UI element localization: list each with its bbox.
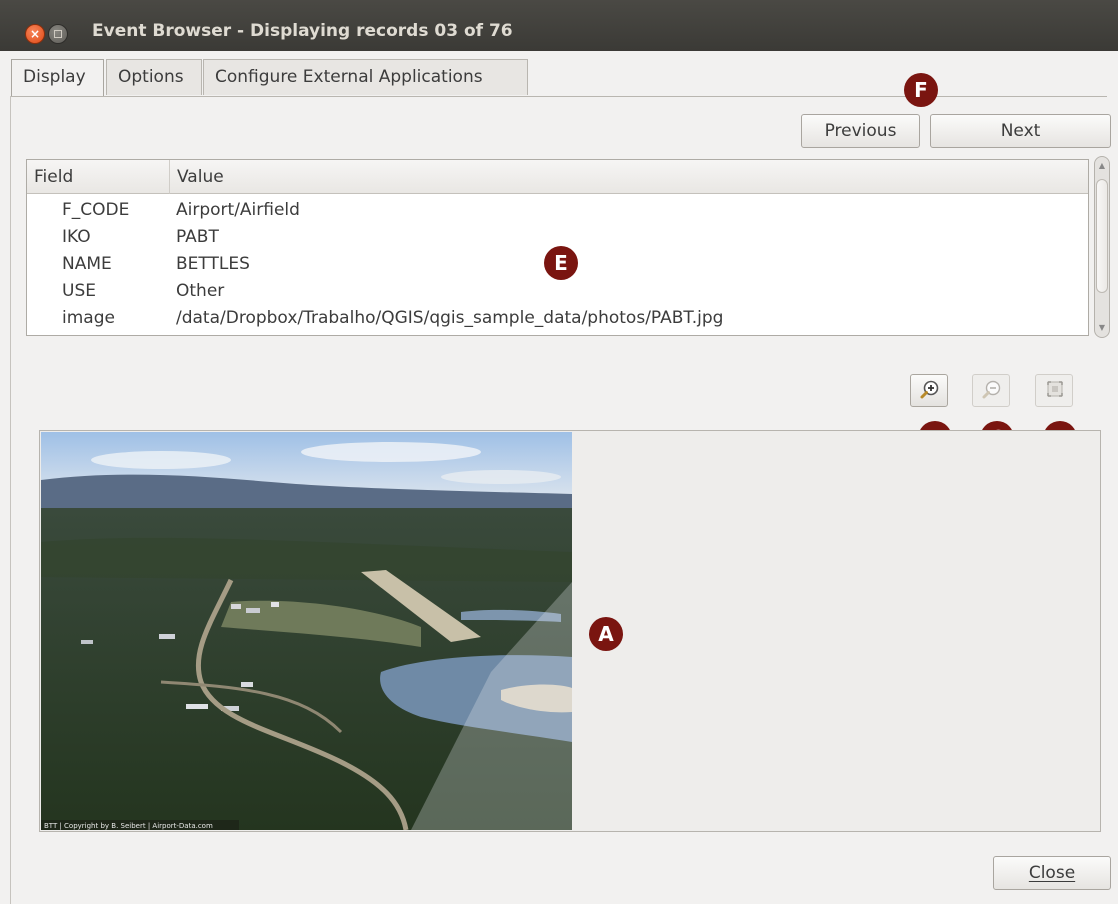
next-button[interactable]: Next xyxy=(930,114,1111,148)
scrollbar-thumb[interactable] xyxy=(1096,179,1108,293)
zoom-out-button[interactable] xyxy=(972,374,1010,407)
table-scrollbar[interactable]: ▲ ▼ xyxy=(1094,156,1110,338)
close-button-label: Close xyxy=(1028,863,1076,883)
value-cell: BETTLES xyxy=(176,254,250,274)
close-button[interactable]: Close xyxy=(993,856,1111,890)
value-cell: PABT xyxy=(176,227,219,247)
column-header-field[interactable]: Field xyxy=(27,160,170,194)
annotation-marker-a: A xyxy=(589,617,623,651)
zoom-in-icon xyxy=(920,380,939,399)
event-photo[interactable]: BTT | Copyright by B. Seibert | Airport-… xyxy=(41,432,572,830)
value-cell: /data/Dropbox/Trabalho/QGIS/qgis_sample_… xyxy=(176,308,724,328)
photo-caption: BTT | Copyright by B. Seibert | Airport-… xyxy=(44,822,213,830)
scroll-down-arrow-icon[interactable]: ▼ xyxy=(1098,324,1106,332)
field-cell: USE xyxy=(62,281,96,301)
value-cell: Airport/Airfield xyxy=(176,200,300,220)
zoom-full-extent-button[interactable] xyxy=(1035,374,1073,407)
tab-display[interactable]: Display xyxy=(11,59,104,97)
tab-divider xyxy=(11,96,1107,97)
table-row[interactable]: USE Other xyxy=(27,278,1088,305)
previous-button[interactable]: Previous xyxy=(801,114,920,148)
tab-configure-external-applications[interactable]: Configure External Applications xyxy=(203,59,528,95)
field-cell: NAME xyxy=(62,254,112,274)
zoom-out-icon xyxy=(982,380,1001,399)
title-bar: × Event Browser - Displaying records 03 … xyxy=(0,0,1118,51)
attribute-table: Field Value F_CODE Airport/Airfield IKO … xyxy=(26,159,1089,336)
field-cell: F_CODE xyxy=(62,200,130,220)
field-cell: IKO xyxy=(62,227,91,247)
annotation-marker-e: E xyxy=(544,246,578,280)
zoom-to-full-extent-icon xyxy=(1047,381,1063,397)
table-row[interactable]: image /data/Dropbox/Trabalho/QGIS/qgis_s… xyxy=(27,305,1088,332)
tab-options[interactable]: Options xyxy=(106,59,202,95)
field-cell: image xyxy=(62,308,115,328)
scroll-up-arrow-icon[interactable]: ▲ xyxy=(1098,162,1106,170)
window-close-button[interactable]: × xyxy=(25,24,45,44)
window-minimize-button[interactable] xyxy=(48,24,68,44)
panel-border xyxy=(10,96,11,904)
value-cell: Other xyxy=(176,281,225,301)
window-title: Event Browser - Displaying records 03 of… xyxy=(92,21,513,41)
zoom-in-button[interactable] xyxy=(910,374,948,407)
annotation-marker-f: F xyxy=(904,73,938,107)
column-header-value[interactable]: Value xyxy=(170,160,1088,194)
table-row[interactable]: F_CODE Airport/Airfield xyxy=(27,197,1088,224)
